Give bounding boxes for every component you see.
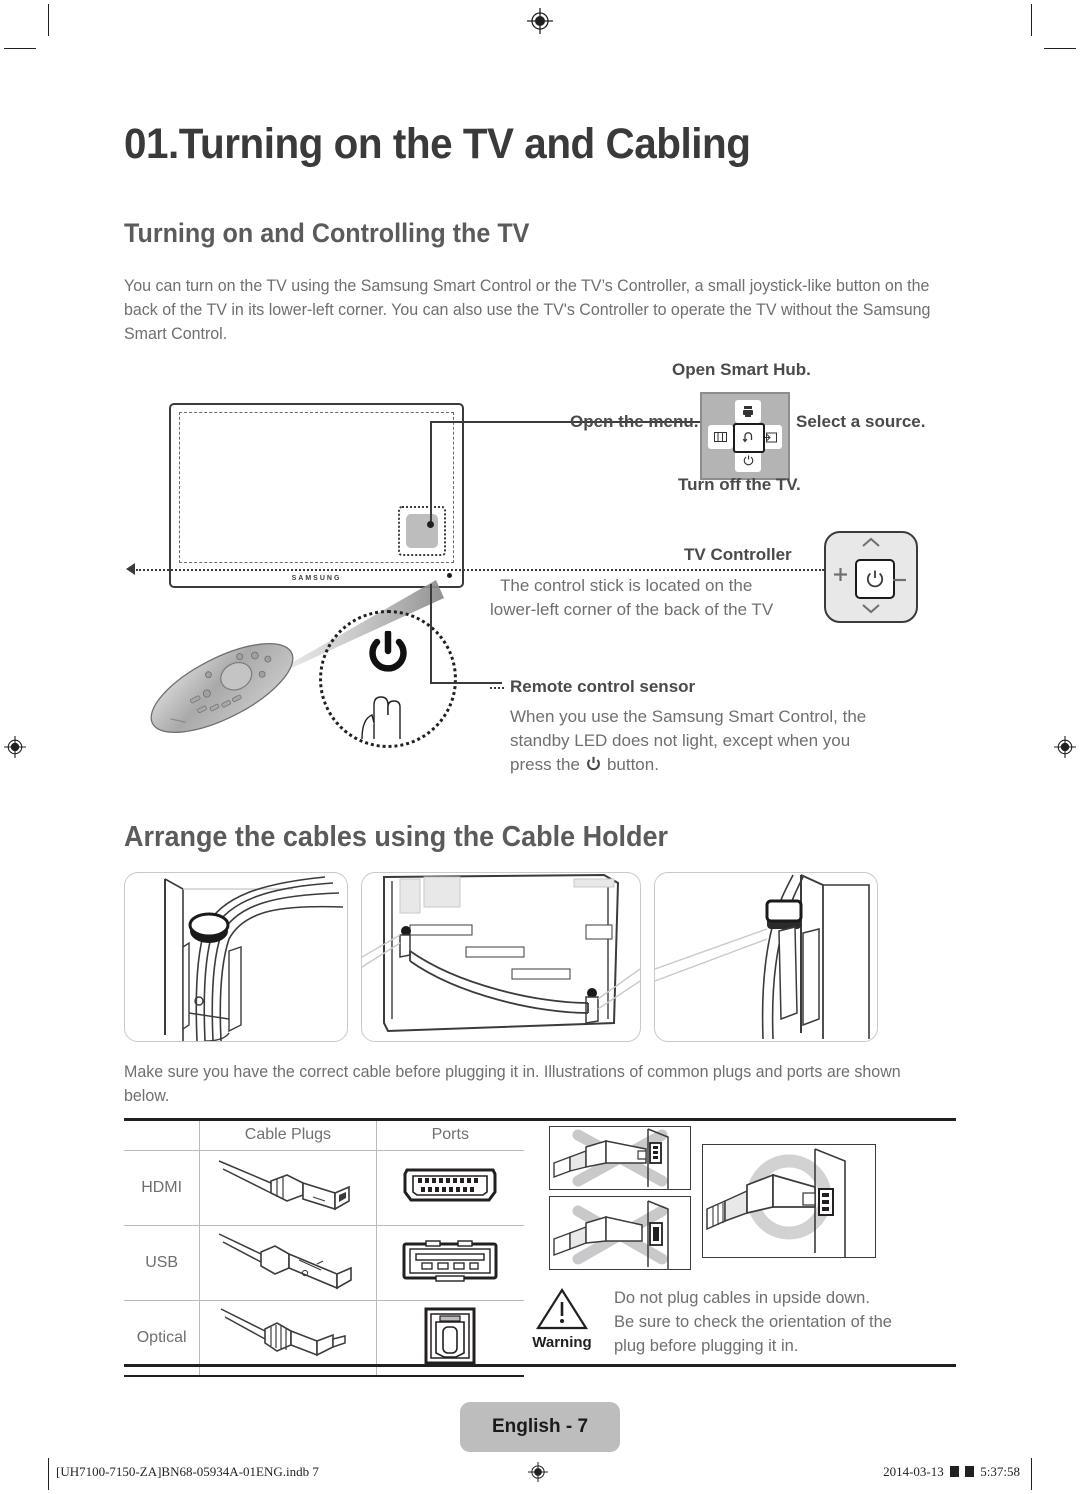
footer-time: 5:37:58 [980,1464,1020,1479]
table-row: USB [124,1225,524,1301]
label-open-the-menu: Open the menu. [570,412,699,431]
hdmi-port-icon [375,1150,524,1226]
usb-port-icon [375,1225,524,1301]
label-open-smart-hub: Open Smart Hub. [672,360,811,379]
warning-text: Do not plug cables in upside down. Be su… [614,1286,892,1358]
row-label-usb: USB [124,1225,201,1301]
section-heading-cable-holder: Arrange the cables using the Cable Holde… [124,821,669,853]
page-title: 01.Turning on the TV and Cabling [124,120,751,168]
return-icon[interactable] [733,423,765,453]
cable-ports-table: Cable Plugs Ports HDMI USB Optical [124,1118,524,1377]
chevron-down-icon[interactable] [826,601,916,619]
missing-glyph-box-2 [965,1466,975,1477]
label-turn-off-the-tv: Turn off the TV. [678,475,801,494]
cable-holder-photos [124,872,956,1042]
manual-page: 01.Turning on the TV and Cabling Turning… [0,0,1080,1494]
footer-timestamp: 2014-03-13 5:37:58 [883,1464,1020,1480]
tv-control-stick[interactable] [824,531,918,623]
table-header-blank [124,1119,200,1151]
usb-plug-icon [199,1225,377,1301]
remote-sensor-dot [447,573,452,578]
crop-mark-top-left-h [4,48,36,49]
leader-line-sensor-v [430,584,432,682]
warning-label: Warning [532,1334,592,1351]
warning-line-2: Be sure to check the orientation of the [614,1313,892,1331]
leader-dotted-controller [136,569,824,571]
leader-line-sensor-h [430,682,502,684]
controller-highlight-area [398,506,446,556]
crop-mark-bottom-left-v [48,1458,49,1490]
table-header-row: Cable Plugs Ports [124,1118,524,1151]
sensor-line3-after: button. [606,755,659,774]
plug-orientation-illustrations [524,1118,954,1286]
label-sensor-line3: press the button. [510,755,659,775]
samsung-smart-control-illustration [144,580,457,780]
wrong-orientation-panel-2 [549,1196,691,1270]
missing-glyph-box-1 [950,1466,960,1477]
menu-icon[interactable] [708,425,733,449]
label-sensor-line1: When you use the Samsung Smart Control, … [510,707,867,726]
crop-mark-top-left-v [48,4,49,36]
ports-table-section: Cable Plugs Ports HDMI USB Optical Warni… [124,1118,956,1377]
warning-block: Warning Do not plug cables in upside dow… [524,1286,954,1358]
crop-mark-top-right-h [1044,48,1076,49]
registration-mark-icon [527,8,553,34]
cable-holder-photo-2 [361,872,641,1042]
row-label-hdmi: HDMI [124,1150,201,1226]
cable-holder-photo-3 [654,872,878,1042]
warning-triangle-icon [524,1286,600,1332]
registration-mark-right-icon [1054,736,1076,758]
label-sensor-line2: standby LED does not light, except when … [510,731,851,750]
warning-icon-group: Warning [524,1286,600,1351]
table-row: HDMI [124,1150,524,1226]
leader-arrow-controller [126,563,135,575]
label-select-a-source: Select a source. [796,412,926,431]
label-tv-controller-title: TV Controller [684,545,792,564]
leader-dash-sensor [490,687,504,689]
crop-mark-bottom-right-v [1031,1458,1032,1490]
warning-line-1: Do not plug cables in upside down. [614,1289,870,1307]
minus-icon[interactable] [892,567,907,587]
label-tv-controller-line1: The control stick is located on the [500,576,753,595]
cable-holder-photo-1 [124,872,348,1042]
wrong-orientation-panel-1 [549,1126,691,1190]
tv-controller-diagram: SAMSUNG Open Smart Hub. Open the menu. S… [124,355,956,795]
smart-hub-icon[interactable] [735,400,761,423]
registration-mark-left-icon [4,736,26,758]
leader-line-controller-v [430,421,432,525]
hdmi-plug-icon [199,1150,377,1226]
tv-controller-dpad [700,392,790,480]
label-tv-controller-line2: lower-left corner of the back of the TV [490,600,774,619]
section-heading-turning-on: Turning on and Controlling the TV [124,218,530,248]
leader-line-controller-h [430,421,478,423]
tv-illustration: SAMSUNG [169,403,464,588]
page-number-badge: English - 7 [460,1402,620,1452]
warning-line-3: plug before plugging it in. [614,1337,799,1355]
sensor-line3-before: press the [510,755,580,774]
correct-orientation-panel [702,1144,876,1258]
power-icon [586,755,601,775]
intro-paragraph: You can turn on the TV using the Samsung… [124,277,931,343]
registration-mark-footer-icon [528,1462,548,1482]
leader-endpoint-dot [427,521,434,528]
table-header-ports: Ports [375,1118,524,1151]
power-icon[interactable] [855,559,895,599]
label-remote-sensor-title: Remote control sensor [510,677,696,696]
table-bottom-rule [124,1364,956,1367]
table-header-cable-plugs: Cable Plugs [199,1118,377,1151]
chevron-up-icon[interactable] [826,535,916,553]
footer-file-name: [UH7100-7150-ZA]BN68-05934A-01ENG.indb 7 [56,1464,319,1479]
cable-paragraph: Make sure you have the correct cable bef… [124,1063,901,1105]
power-button-closeup [319,610,457,748]
footer-date: 2014-03-13 [883,1464,944,1479]
crop-mark-top-right-v [1031,4,1032,36]
plus-icon[interactable] [833,567,848,587]
